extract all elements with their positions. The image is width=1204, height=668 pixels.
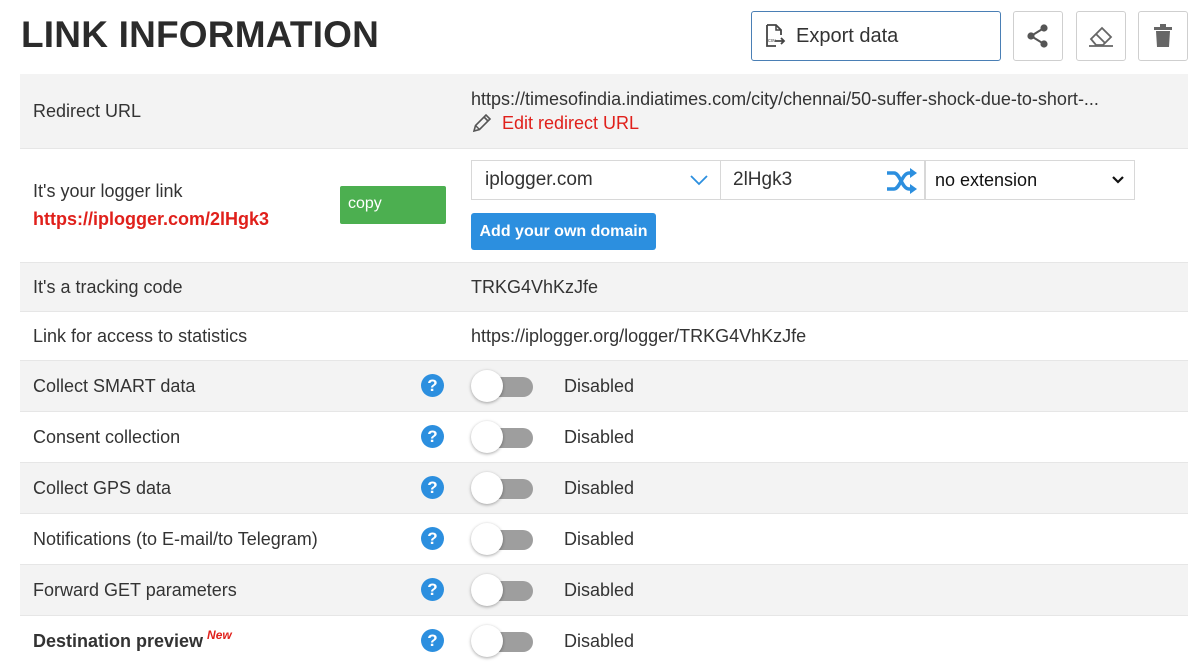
edit-redirect-link[interactable]: Edit redirect URL (471, 112, 639, 134)
setting-row-gps: Collect GPS data ? Disabled (20, 462, 1188, 513)
domain-select-value: iplogger.com (485, 169, 593, 190)
help-icon[interactable]: ? (421, 527, 444, 550)
chevron-down-icon (1112, 176, 1124, 184)
consent-toggle[interactable] (471, 421, 533, 453)
setting-label: Collect SMART data (33, 376, 196, 396)
gps-toggle[interactable] (471, 472, 533, 504)
forward-get-toggle[interactable] (471, 574, 533, 606)
help-icon[interactable]: ? (421, 425, 444, 448)
logger-url: https://iplogger.com/2lHgk3 (33, 209, 270, 229)
help-icon[interactable]: ? (421, 476, 444, 499)
file-export-icon: csv (764, 23, 786, 49)
new-badge: New (207, 628, 232, 642)
help-icon[interactable]: ? (421, 629, 444, 652)
setting-state: Disabled (564, 529, 635, 549)
setting-row-consent: Consent collection ? Disabled (20, 411, 1188, 462)
setting-row-forward-get: Forward GET parameters ? Disabled (20, 564, 1188, 615)
share-icon (1027, 24, 1048, 48)
pencil-icon (472, 113, 492, 133)
extension-select-value: no extension (935, 169, 1038, 190)
tracking-code: TRKG4VhKzJfe (471, 277, 599, 297)
setting-row-notifications: Notifications (to E-mail/to Telegram) ? … (20, 513, 1188, 564)
destination-preview-toggle[interactable] (471, 625, 533, 657)
svg-text:csv: csv (768, 38, 776, 44)
help-icon[interactable]: ? (421, 374, 444, 397)
setting-label: Consent collection (33, 427, 181, 447)
setting-state: Disabled (564, 631, 635, 651)
help-icon[interactable]: ? (421, 578, 444, 601)
tracking-label: It's a tracking code (33, 277, 183, 297)
eraser-icon (1089, 26, 1113, 47)
shuffle-icon[interactable] (886, 167, 918, 195)
setting-label: Notifications (to E-mail/to Telegram) (33, 529, 318, 549)
stats-row: Link for access to statistics https://ip… (20, 311, 1188, 360)
domain-select[interactable]: iplogger.com (471, 160, 721, 200)
export-data-button[interactable]: csv Export data (751, 11, 1001, 61)
share-button[interactable] (1013, 11, 1063, 61)
notifications-toggle[interactable] (471, 523, 533, 555)
setting-row-smart: Collect SMART data ? Disabled (20, 360, 1188, 411)
setting-label-wrap: Destination preview New (33, 628, 232, 652)
page-title: LINK INFORMATION (21, 14, 380, 55)
stats-url[interactable]: https://iplogger.org/logger/TRKG4VhKzJfe (471, 326, 806, 347)
setting-state: Disabled (564, 478, 635, 498)
copy-button[interactable]: copy (340, 186, 446, 224)
chevron-down-icon (690, 175, 708, 186)
link-code-value: 2lHgk3 (733, 169, 793, 190)
edit-redirect-label: Edit redirect URL (502, 112, 640, 133)
setting-label: Collect GPS data (33, 478, 172, 498)
setting-row-destination-preview: Destination preview New ? Disabled (20, 615, 1188, 665)
delete-button[interactable] (1138, 11, 1188, 61)
logger-label: It's your logger link (33, 181, 183, 201)
setting-state: Disabled (564, 580, 635, 600)
setting-state: Disabled (564, 376, 635, 396)
trash-icon (1154, 24, 1172, 47)
redirect-url: https://timesofindia.indiatimes.com/city… (471, 89, 1099, 109)
extension-select[interactable]: no extension (925, 160, 1135, 200)
add-domain-button[interactable]: Add your own domain (471, 213, 656, 250)
export-data-label: Export data (796, 24, 899, 47)
redirect-label: Redirect URL (33, 101, 142, 121)
logger-row: It's your logger link https://iplogger.c… (20, 148, 1188, 262)
setting-state: Disabled (564, 427, 635, 447)
smart-data-toggle[interactable] (471, 370, 533, 402)
setting-label: Destination preview (33, 631, 204, 651)
tracking-row: It's a tracking code TRKG4VhKzJfe (20, 262, 1188, 311)
link-info-table: Redirect URL https://timesofindia.indiat… (20, 74, 1188, 665)
erase-button[interactable] (1076, 11, 1126, 61)
setting-label: Forward GET parameters (33, 580, 237, 600)
redirect-row: Redirect URL https://timesofindia.indiat… (20, 74, 1188, 148)
stats-label: Link for access to statistics (33, 326, 248, 346)
